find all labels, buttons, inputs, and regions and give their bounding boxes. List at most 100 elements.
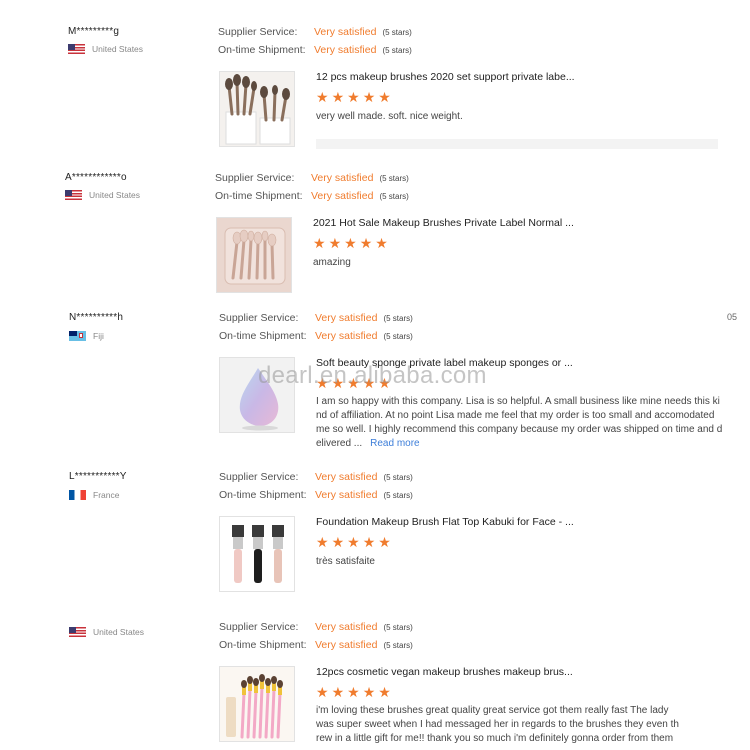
- supplier-service-label: Supplier Service:: [218, 26, 298, 38]
- product-rating: ★ ★ ★ ★ ★: [316, 535, 391, 549]
- product-thumbnail[interactable]: [216, 217, 292, 293]
- horizontal-divider: [316, 139, 718, 149]
- comment-line-last: elivered ... Read more: [316, 437, 736, 451]
- supplier-service-stars: (5 stars): [383, 314, 413, 323]
- country-name: United States: [89, 190, 141, 200]
- star-icon: ★: [362, 89, 376, 105]
- sponge-image: [220, 358, 294, 432]
- supplier-service-value: Very satisfied: [314, 26, 377, 38]
- supplier-service-stars: (5 stars): [383, 623, 413, 632]
- product-title[interactable]: 12pcs cosmetic vegan makeup brushes make…: [316, 666, 573, 678]
- buyer-name: L***********Y: [69, 471, 127, 482]
- star-icon: ★: [347, 684, 360, 700]
- buyer-name: N**********h: [69, 312, 124, 323]
- star-icon: ★: [316, 89, 329, 105]
- star-icon: ★: [378, 89, 391, 105]
- supplier-service-label: Supplier Service:: [219, 471, 299, 483]
- star-icon: ★: [331, 89, 345, 105]
- product-thumbnail[interactable]: [219, 516, 295, 592]
- buyer-country: United States: [65, 190, 140, 200]
- supplier-service-row: Supplier Service: Very satisfied (5 stars): [219, 312, 413, 324]
- star-icon: ★: [331, 684, 345, 700]
- us-flag-icon: [65, 190, 82, 200]
- buyer-name: M*********g: [68, 26, 120, 37]
- star-icon: ★: [347, 89, 360, 105]
- vegan-brush-set-image: [220, 667, 294, 741]
- buyer-name: A************o: [65, 172, 127, 183]
- supplier-service-stars: (5 stars): [379, 174, 409, 183]
- star-icon: ★: [331, 534, 345, 550]
- read-more-link[interactable]: Read more: [370, 438, 419, 449]
- star-icon: ★: [328, 235, 342, 251]
- shipment-stars: (5 stars): [379, 192, 409, 201]
- product-rating: ★ ★ ★ ★ ★: [316, 685, 391, 699]
- shipment-row: On-time Shipment: Very satisfied (5 stars): [215, 190, 409, 202]
- comment-line: i'm loving these brushes great quality g…: [316, 705, 669, 716]
- kabuki-brush-image: [220, 517, 294, 591]
- product-title[interactable]: 12 pcs makeup brushes 2020 set support p…: [316, 71, 575, 83]
- star-icon: ★: [316, 534, 329, 550]
- star-icon: ★: [347, 534, 360, 550]
- shipment-stars: (5 stars): [383, 641, 413, 650]
- buyer-country: France: [69, 490, 119, 500]
- shipment-stars: (5 stars): [382, 46, 412, 55]
- product-rating: ★ ★ ★ ★ ★: [313, 236, 388, 250]
- fiji-flag-icon: [69, 331, 86, 341]
- comment-line: was super sweet when I had messaged her …: [316, 719, 679, 730]
- product-thumbnail[interactable]: [219, 357, 295, 433]
- comment-line: me so well. I highly recommend this comp…: [316, 424, 723, 435]
- us-flag-icon: [68, 44, 85, 54]
- france-flag-icon: [69, 490, 86, 500]
- product-thumbnail[interactable]: [219, 71, 295, 147]
- shipment-stars: (5 stars): [383, 491, 413, 500]
- supplier-service-label: Supplier Service:: [219, 312, 299, 324]
- star-icon: ★: [347, 375, 360, 391]
- product-thumbnail[interactable]: [219, 666, 295, 742]
- supplier-service-row: Supplier Service: Very satisfied (5 stars): [219, 471, 413, 483]
- comment-line: I am so happy with this company. Lisa is…: [316, 396, 720, 407]
- star-icon: ★: [331, 375, 345, 391]
- supplier-service-value: Very satisfied: [311, 172, 374, 184]
- shipment-label: On-time Shipment:: [219, 330, 307, 342]
- shipment-row: On-time Shipment: Very satisfied (5 stars): [219, 639, 413, 651]
- star-icon: ★: [313, 235, 326, 251]
- product-title[interactable]: Foundation Makeup Brush Flat Top Kabuki …: [316, 516, 574, 528]
- shipment-label: On-time Shipment:: [219, 639, 307, 651]
- shipment-row: On-time Shipment: Very satisfied (5 stars): [219, 489, 413, 501]
- shipment-value: Very satisfied: [311, 190, 374, 202]
- star-icon: ★: [375, 235, 388, 251]
- brush-set-image: [220, 72, 294, 146]
- product-title[interactable]: 2021 Hot Sale Makeup Brushes Private Lab…: [313, 217, 574, 229]
- shipment-value: Very satisfied: [315, 489, 378, 501]
- shipment-row: On-time Shipment: Very satisfied (5 stars): [218, 44, 412, 56]
- supplier-service-row: Supplier Service: Very satisfied (5 stars): [219, 621, 413, 633]
- country-name: France: [93, 490, 120, 500]
- country-name: United States: [93, 627, 145, 637]
- buyer-country: United States: [69, 627, 144, 637]
- country-name: United States: [92, 44, 144, 54]
- star-icon: ★: [378, 375, 391, 391]
- star-icon: ★: [362, 375, 376, 391]
- shipment-stars: (5 stars): [383, 332, 413, 341]
- review-comment: i'm loving these brushes great quality g…: [316, 704, 736, 746]
- shipment-label: On-time Shipment:: [219, 489, 307, 501]
- shipment-label: On-time Shipment:: [215, 190, 303, 202]
- supplier-service-row: Supplier Service: Very satisfied (5 stars): [215, 172, 409, 184]
- product-title[interactable]: Soft beauty sponge private label makeup …: [316, 357, 573, 369]
- shipment-value: Very satisfied: [315, 639, 378, 651]
- review-comment: I am so happy with this company. Lisa is…: [316, 395, 736, 451]
- buyer-country: United States: [68, 44, 143, 54]
- supplier-service-stars: (5 stars): [382, 28, 412, 37]
- star-icon: ★: [362, 684, 376, 700]
- comment-line: elivered ...: [316, 438, 363, 449]
- brush-pouch-image: [217, 218, 291, 292]
- buyer-country: Fiji: [69, 331, 104, 341]
- supplier-service-label: Supplier Service:: [219, 621, 299, 633]
- star-icon: ★: [362, 534, 376, 550]
- review-comment: amazing: [313, 257, 351, 268]
- star-icon: ★: [316, 375, 329, 391]
- star-icon: ★: [359, 235, 373, 251]
- product-rating: ★ ★ ★ ★ ★: [316, 90, 391, 104]
- supplier-service-label: Supplier Service:: [215, 172, 295, 184]
- supplier-service-row: Supplier Service: Very satisfied (5 stars): [218, 26, 412, 38]
